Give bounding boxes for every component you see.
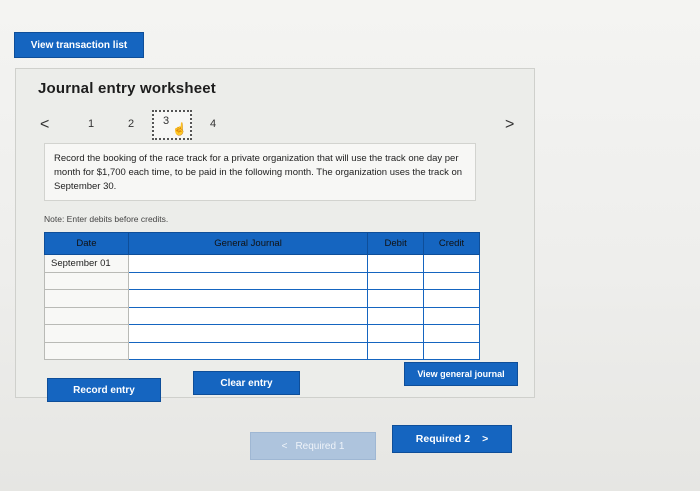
hand-cursor-icon: ☝ bbox=[172, 122, 187, 136]
step-1[interactable]: 1 bbox=[88, 118, 94, 130]
account-input[interactable] bbox=[127, 271, 369, 290]
debit-input[interactable] bbox=[367, 306, 425, 325]
table-row: September 01 bbox=[44, 254, 480, 273]
chevron-right-icon: > bbox=[482, 433, 489, 445]
table-row bbox=[44, 324, 480, 343]
date-cell bbox=[44, 324, 129, 343]
view-general-journal-button[interactable]: View general journal bbox=[404, 362, 518, 386]
date-cell: September 01 bbox=[44, 254, 129, 273]
date-cell bbox=[44, 306, 129, 325]
clear-entry-button[interactable]: Clear entry bbox=[193, 371, 300, 395]
debit-input[interactable] bbox=[367, 271, 425, 290]
required-1-button[interactable]: < Required 1 bbox=[250, 432, 376, 460]
account-input[interactable] bbox=[127, 289, 369, 308]
transaction-prompt: Record the booking of the race track for… bbox=[44, 143, 476, 201]
debit-input[interactable] bbox=[367, 324, 425, 343]
table-row bbox=[44, 289, 480, 308]
record-entry-button[interactable]: Record entry bbox=[47, 378, 161, 402]
date-column-header: Date bbox=[44, 232, 129, 255]
required-2-button[interactable]: Required 2 > bbox=[392, 425, 512, 453]
previous-step-arrow[interactable]: < bbox=[40, 116, 49, 134]
debit-input[interactable] bbox=[367, 289, 425, 308]
required-1-label: Required 1 bbox=[295, 440, 345, 452]
debit-input[interactable] bbox=[367, 341, 425, 360]
credit-column-header: Credit bbox=[423, 232, 480, 255]
table-row bbox=[44, 271, 480, 290]
step-4[interactable]: 4 bbox=[210, 118, 216, 130]
date-cell bbox=[44, 271, 129, 290]
credit-input[interactable] bbox=[423, 254, 480, 273]
account-input[interactable] bbox=[127, 254, 369, 273]
step-3-label: 3 bbox=[162, 115, 170, 127]
table-row bbox=[44, 306, 480, 325]
account-input[interactable] bbox=[127, 341, 369, 360]
worksheet-title: Journal entry worksheet bbox=[38, 80, 216, 97]
credit-input[interactable] bbox=[423, 306, 480, 325]
table-row bbox=[44, 341, 480, 360]
credit-input[interactable] bbox=[423, 271, 480, 290]
view-transaction-list-button[interactable]: View transaction list bbox=[14, 32, 144, 58]
general-journal-column-header: General Journal bbox=[127, 232, 369, 255]
debit-input[interactable] bbox=[367, 254, 425, 273]
date-cell bbox=[44, 289, 129, 308]
chevron-left-icon: < bbox=[281, 440, 288, 452]
step-2[interactable]: 2 bbox=[128, 118, 134, 130]
required-2-label: Required 2 bbox=[415, 433, 471, 445]
next-step-arrow[interactable]: > bbox=[505, 116, 514, 134]
date-cell bbox=[44, 341, 129, 360]
account-input[interactable] bbox=[127, 324, 369, 343]
debits-before-credits-note: Note: Enter debits before credits. bbox=[44, 214, 169, 224]
debit-column-header: Debit bbox=[367, 232, 425, 255]
credit-input[interactable] bbox=[423, 289, 480, 308]
account-input[interactable] bbox=[127, 306, 369, 325]
credit-input[interactable] bbox=[423, 324, 480, 343]
journal-entry-table: Date General Journal Debit Credit Septem… bbox=[44, 232, 480, 360]
credit-input[interactable] bbox=[423, 341, 480, 360]
